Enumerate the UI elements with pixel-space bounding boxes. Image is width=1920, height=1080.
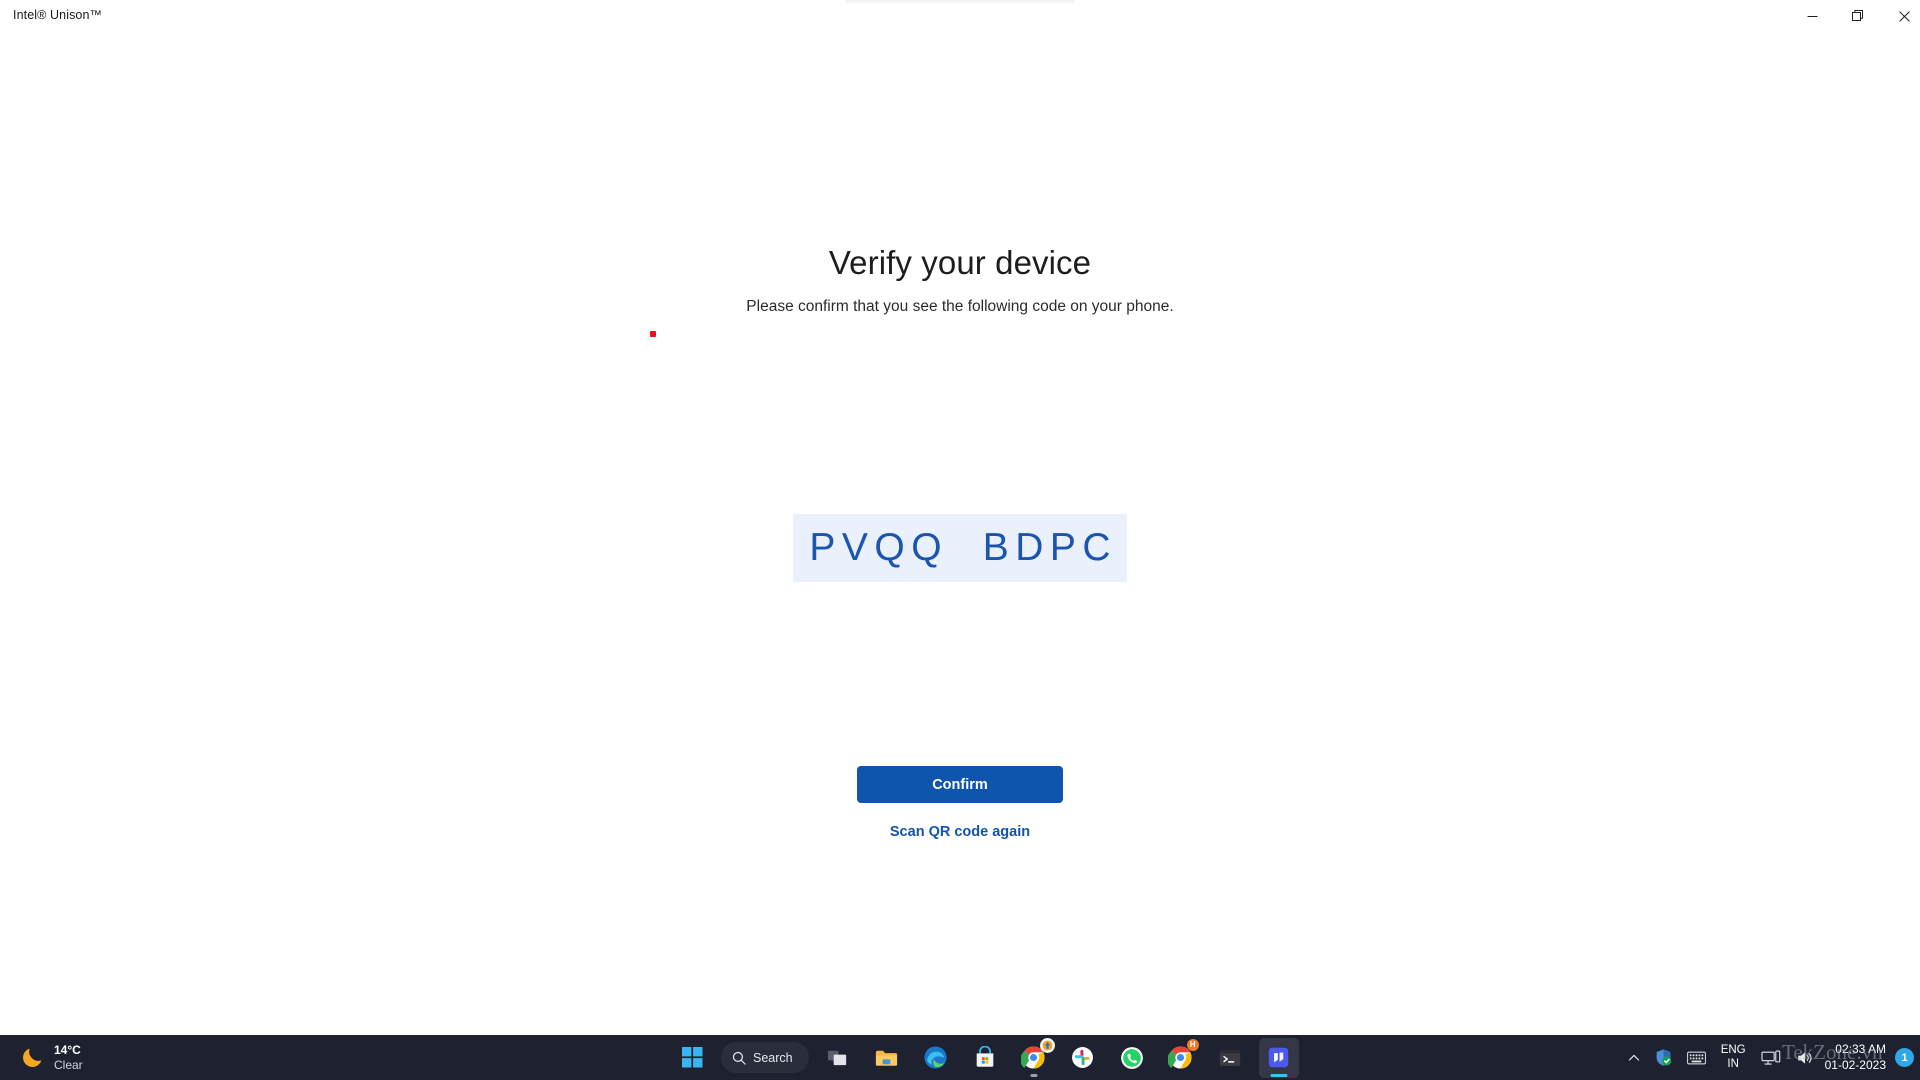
system-tray: ENG IN 02:33 AM 01-02-2023 1 <box>1621 1035 1920 1080</box>
windows-taskbar: 14°C Clear Search H ENG IN 02:33 AM 01-0… <box>0 1035 1920 1080</box>
network-display-icon <box>1761 1050 1780 1065</box>
weather-condition: Clear <box>54 1057 83 1072</box>
weather-temperature: 14°C <box>54 1042 81 1057</box>
moon-icon <box>23 1048 42 1067</box>
scan-qr-code-again-link[interactable]: Scan QR code again <box>0 824 1920 840</box>
close-button[interactable] <box>1881 0 1920 32</box>
microsoft-store-button[interactable] <box>965 1038 1005 1078</box>
microsoft-edge-button[interactable] <box>916 1038 956 1078</box>
slack-button[interactable] <box>1063 1038 1103 1078</box>
intel-unison-icon <box>1268 1047 1289 1068</box>
taskbar-center-cluster: Search H <box>672 1035 1299 1080</box>
verification-code-text: PVQQ BDPC <box>809 526 1118 569</box>
language-primary: ENG <box>1720 1043 1746 1056</box>
edge-icon <box>924 1046 947 1069</box>
search-label: Search <box>753 1050 793 1065</box>
page-subtitle: Please confirm that you see the followin… <box>746 298 1174 315</box>
show-hidden-icons-button[interactable] <box>1621 1038 1647 1078</box>
weather-text: 14°C Clear <box>54 1043 83 1073</box>
language-secondary: IN <box>1727 1057 1739 1070</box>
restore-button[interactable] <box>1835 0 1881 32</box>
shield-check-icon <box>1656 1049 1671 1066</box>
folder-icon <box>876 1050 898 1066</box>
intel-unison-window: Intel® Unison™ Verify your device Please… <box>0 0 1920 1035</box>
verification-code-box: PVQQ BDPC <box>793 514 1127 582</box>
speaker-icon <box>1797 1051 1812 1064</box>
main-content: Verify your device Please confirm that y… <box>0 32 1920 1035</box>
search-icon <box>732 1051 746 1065</box>
file-explorer-button[interactable] <box>867 1038 907 1078</box>
whatsapp-button[interactable] <box>1112 1038 1152 1078</box>
clock-date: 01-02-2023 <box>1824 1057 1886 1072</box>
terminal-icon <box>1219 1049 1240 1066</box>
cursor-marker-dot <box>650 331 656 337</box>
language-indicator[interactable]: ENG IN <box>1713 1044 1754 1072</box>
ime-keyboard-button[interactable] <box>1680 1038 1713 1078</box>
task-view-icon <box>828 1050 847 1066</box>
chrome-update-badge-icon <box>1039 1037 1055 1053</box>
store-icon <box>976 1045 993 1067</box>
intel-unison-button[interactable] <box>1258 1037 1299 1078</box>
notification-badge[interactable]: 1 <box>1895 1048 1914 1067</box>
whatsapp-icon <box>1120 1046 1143 1069</box>
chrome-profile-badge: H <box>1186 1038 1199 1051</box>
windows-logo-icon <box>681 1047 702 1068</box>
windows-terminal-button[interactable] <box>1210 1038 1250 1078</box>
volume-button[interactable] <box>1788 1038 1821 1078</box>
slack-icon <box>1072 1047 1094 1068</box>
clock-time: 02:33 AM <box>1835 1041 1886 1056</box>
close-icon <box>1898 10 1910 22</box>
windows-defender-button[interactable] <box>1647 1038 1680 1078</box>
chevron-up-icon <box>1628 1054 1639 1061</box>
restore-icon <box>1852 10 1863 21</box>
page-title: Verify your device <box>828 244 1092 281</box>
network-button[interactable] <box>1754 1038 1788 1078</box>
minimize-button[interactable] <box>1789 0 1835 32</box>
update-arrow-icon <box>1042 1039 1053 1051</box>
taskbar-search-box[interactable]: Search <box>721 1042 809 1073</box>
confirm-button[interactable]: Confirm <box>857 766 1063 803</box>
start-button[interactable] <box>672 1038 712 1078</box>
active-indicator <box>1270 1073 1288 1077</box>
chrome-profile-button[interactable]: H <box>1161 1038 1201 1078</box>
title-bar: Intel® Unison™ <box>0 0 1920 32</box>
running-indicator <box>1030 1073 1038 1077</box>
minimize-icon <box>1807 15 1817 17</box>
keyboard-icon <box>1686 1051 1706 1064</box>
clock-widget[interactable]: 02:33 AM 01-02-2023 <box>1821 1042 1893 1073</box>
window-title: Intel® Unison™ <box>13 8 103 22</box>
google-chrome-button[interactable] <box>1014 1037 1055 1078</box>
task-view-button[interactable] <box>818 1038 858 1078</box>
weather-widget[interactable]: 14°C Clear <box>12 1036 91 1079</box>
